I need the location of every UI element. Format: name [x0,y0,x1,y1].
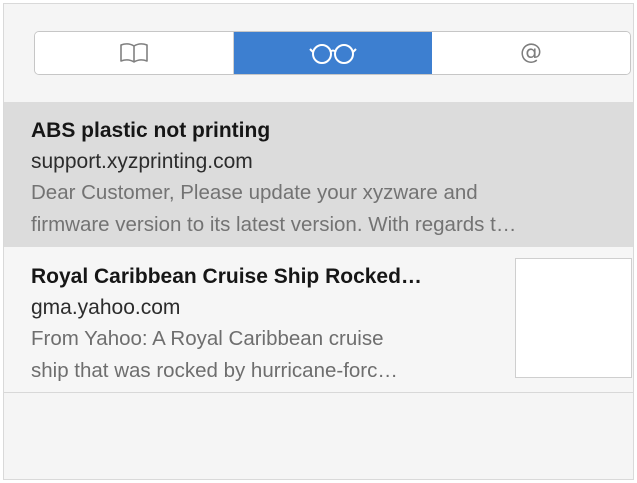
item-preview-line-2: firmware version to its latest version. … [31,213,517,236]
tab-shared-links[interactable]: @ [432,32,630,74]
item-title: ABS plastic not printing [31,119,271,142]
tab-reading-list[interactable] [234,32,432,74]
at-sign-icon: @ [520,40,542,65]
tab-bookmarks[interactable] [35,32,234,74]
item-thumbnail [515,258,632,378]
reading-list: ABS plastic not printing support.xyzprin… [4,102,633,393]
sidebar-tab-control: @ [34,31,631,75]
item-domain: support.xyzprinting.com [31,150,253,173]
reading-list-sidebar: @ ABS plastic not printing support.xyzpr… [3,3,634,480]
book-icon [118,41,150,65]
item-title: Royal Caribbean Cruise Ship Rocked… [31,265,422,288]
item-preview-line-1: Dear Customer, Please update your xyzwar… [31,181,478,204]
item-preview-line-2: ship that was rocked by hurricane-forc… [31,359,398,382]
list-item[interactable]: Royal Caribbean Cruise Ship Rocked… gma.… [4,247,633,393]
item-domain: gma.yahoo.com [31,296,181,319]
list-item[interactable]: ABS plastic not printing support.xyzprin… [4,102,633,247]
glasses-icon [308,41,358,65]
item-preview-line-1: From Yahoo: A Royal Caribbean cruise [31,327,384,350]
